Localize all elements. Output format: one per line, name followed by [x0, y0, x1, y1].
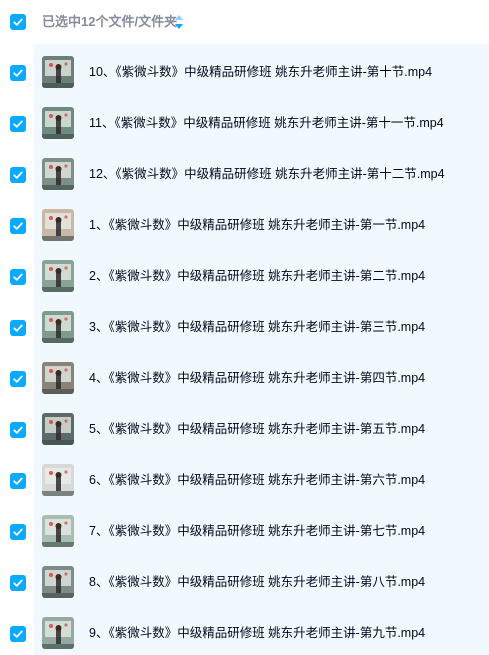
check-icon [13, 273, 23, 281]
check-icon [13, 528, 23, 536]
video-thumbnail [42, 56, 74, 88]
selection-header: 已选中12个文件/文件夹 [0, 0, 489, 44]
file-checkbox[interactable] [10, 167, 26, 183]
file-name[interactable]: 6、《紫微斗数》中级精品研修班 姚东升老师主讲-第六节.mp4 [89, 472, 425, 488]
file-checkbox[interactable] [10, 218, 26, 234]
file-checkbox[interactable] [10, 422, 26, 438]
video-thumbnail [42, 617, 74, 649]
file-name[interactable]: 9、《紫微斗数》中级精品研修班 姚东升老师主讲-第九节.mp4 [89, 625, 425, 641]
check-icon [13, 171, 23, 179]
selection-count-label: 已选中12个文件/文件夹 [42, 14, 178, 29]
file-checkbox[interactable] [10, 269, 26, 285]
file-row[interactable]: 4、《紫微斗数》中级精品研修班 姚东升老师主讲-第四节.mp4 [0, 350, 489, 401]
video-thumbnail [42, 464, 74, 496]
video-thumbnail [42, 209, 74, 241]
file-checkbox[interactable] [10, 626, 26, 642]
video-thumbnail [42, 515, 74, 547]
video-thumbnail [42, 107, 74, 139]
file-row[interactable]: 11、《紫微斗数》中级精品研修班 姚东升老师主讲-第十一节.mp4 [0, 95, 489, 146]
check-icon [13, 120, 23, 128]
video-thumbnail [42, 566, 74, 598]
check-icon [13, 222, 23, 230]
video-thumbnail [42, 260, 74, 292]
file-checkbox[interactable] [10, 473, 26, 489]
check-icon [13, 69, 23, 77]
file-manager: 已选中12个文件/文件夹 10、《紫微斗数》中级精品研修班 姚东升老师主讲-第十… [0, 0, 489, 655]
file-checkbox[interactable] [10, 116, 26, 132]
check-icon [13, 579, 23, 587]
check-icon [13, 477, 23, 485]
file-row[interactable]: 9、《紫微斗数》中级精品研修班 姚东升老师主讲-第九节.mp4 [0, 605, 489, 655]
file-row[interactable]: 6、《紫微斗数》中级精品研修班 姚东升老师主讲-第六节.mp4 [0, 452, 489, 503]
check-icon [13, 375, 23, 383]
file-row[interactable]: 2、《紫微斗数》中级精品研修班 姚东升老师主讲-第二节.mp4 [0, 248, 489, 299]
file-row[interactable]: 7、《紫微斗数》中级精品研修班 姚东升老师主讲-第七节.mp4 [0, 503, 489, 554]
file-name[interactable]: 3、《紫微斗数》中级精品研修班 姚东升老师主讲-第三节.mp4 [89, 319, 425, 335]
file-name[interactable]: 4、《紫微斗数》中级精品研修班 姚东升老师主讲-第四节.mp4 [89, 370, 425, 386]
file-checkbox[interactable] [10, 371, 26, 387]
video-thumbnail [42, 362, 74, 394]
file-row[interactable]: 10、《紫微斗数》中级精品研修班 姚东升老师主讲-第十节.mp4 [0, 44, 489, 95]
video-thumbnail [42, 158, 74, 190]
file-name[interactable]: 12、《紫微斗数》中级精品研修班 姚东升老师主讲-第十二节.mp4 [89, 166, 445, 182]
file-row[interactable]: 1、《紫微斗数》中级精品研修班 姚东升老师主讲-第一节.mp4 [0, 197, 489, 248]
video-thumbnail [42, 413, 74, 445]
file-name[interactable]: 7、《紫微斗数》中级精品研修班 姚东升老师主讲-第七节.mp4 [89, 523, 425, 539]
check-icon [13, 18, 23, 26]
select-all-checkbox[interactable] [10, 14, 26, 30]
file-row[interactable]: 5、《紫微斗数》中级精品研修班 姚东升老师主讲-第五节.mp4 [0, 401, 489, 452]
file-name[interactable]: 2、《紫微斗数》中级精品研修班 姚东升老师主讲-第二节.mp4 [89, 268, 425, 284]
sort-icon[interactable] [174, 14, 184, 30]
file-name[interactable]: 10、《紫微斗数》中级精品研修班 姚东升老师主讲-第十节.mp4 [89, 64, 432, 80]
file-checkbox[interactable] [10, 524, 26, 540]
file-name[interactable]: 1、《紫微斗数》中级精品研修班 姚东升老师主讲-第一节.mp4 [89, 217, 425, 233]
file-list: 10、《紫微斗数》中级精品研修班 姚东升老师主讲-第十节.mp4 11、《紫微斗数… [0, 44, 489, 655]
file-name[interactable]: 5、《紫微斗数》中级精品研修班 姚东升老师主讲-第五节.mp4 [89, 421, 425, 437]
file-checkbox[interactable] [10, 320, 26, 336]
check-icon [13, 630, 23, 638]
file-name[interactable]: 8、《紫微斗数》中级精品研修班 姚东升老师主讲-第八节.mp4 [89, 574, 425, 590]
video-thumbnail [42, 311, 74, 343]
file-row[interactable]: 12、《紫微斗数》中级精品研修班 姚东升老师主讲-第十二节.mp4 [0, 146, 489, 197]
check-icon [13, 324, 23, 332]
file-checkbox[interactable] [10, 575, 26, 591]
file-row[interactable]: 3、《紫微斗数》中级精品研修班 姚东升老师主讲-第三节.mp4 [0, 299, 489, 350]
file-checkbox[interactable] [10, 65, 26, 81]
file-row[interactable]: 8、《紫微斗数》中级精品研修班 姚东升老师主讲-第八节.mp4 [0, 554, 489, 605]
check-icon [13, 426, 23, 434]
file-name[interactable]: 11、《紫微斗数》中级精品研修班 姚东升老师主讲-第十一节.mp4 [89, 115, 444, 131]
